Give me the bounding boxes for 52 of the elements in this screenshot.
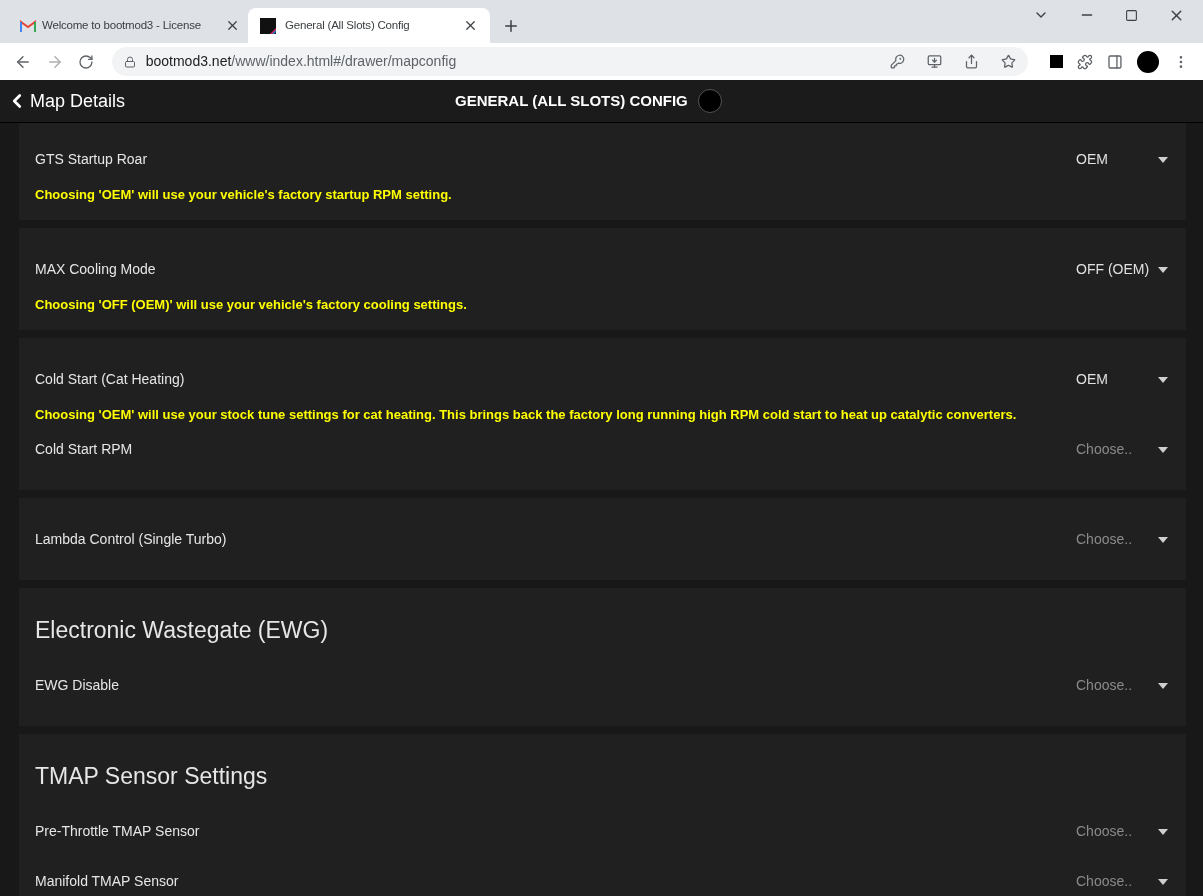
select-dropdown[interactable]: OEM [1064,362,1176,397]
lock-icon [123,55,136,68]
dropdown-caret-icon [1158,828,1168,835]
page-title: GENERAL (ALL SLOTS) CONFIG [455,90,688,111]
setting-label: Manifold TMAP Sensor [35,872,179,891]
hint-text: Choosing 'OEM' will use your stock tune settings for cat heating. This brings back the factory long running high RPM cold start to heat up catalytic converters. [35,405,1017,424]
dropdown-caret-icon [1158,266,1168,273]
extensions-icon[interactable] [1077,53,1094,70]
hint-text: Choosing 'OFF (OEM)' will use your vehicle's factory cooling settings. [35,295,467,314]
select-dropdown[interactable]: Choose.. [1064,432,1176,467]
key-icon[interactable] [890,54,906,69]
setting-label: EWG Disable [35,676,120,695]
dropdown-caret-icon [1158,536,1168,543]
side-panel-icon[interactable] [1107,53,1124,70]
reload-icon[interactable] [77,53,94,70]
select-dropdown[interactable]: OFF (OEM) [1064,252,1176,287]
install-icon[interactable] [927,54,943,69]
close-icon[interactable] [225,18,240,33]
address-bar[interactable]: bootmod3.net/www/index.html#/drawer/mapconfig [111,47,1029,76]
dropdown-caret-icon [1158,682,1168,689]
setting-label: MAX Cooling Mode [35,260,156,279]
setting-label: Pre-Throttle TMAP Sensor [35,822,200,841]
section-heading: Electronic Wastegate (EWG) [35,616,329,646]
select-dropdown[interactable]: Choose.. [1064,814,1176,849]
url-path: /www/index.html#/drawer/mapconfig [231,52,457,71]
hint-text: Choosing 'OEM' will use your vehicle's factory startup RPM setting. [35,185,452,204]
bookmark-star-icon[interactable] [1001,54,1017,69]
select-dropdown[interactable]: Choose.. [1064,668,1176,703]
back-link[interactable]: Map Details [0,87,126,115]
dropdown-caret-icon [1158,446,1168,453]
close-icon[interactable] [463,18,478,33]
dropdown-caret-icon [1158,376,1168,383]
share-icon[interactable] [964,54,980,69]
site-logo-icon [260,17,276,34]
select-dropdown[interactable]: Choose.. [1064,522,1176,557]
tab-title: General (All Slots) Config [285,17,411,33]
setting-label: Cold Start RPM [35,440,133,459]
mail-logo-icon [20,19,36,32]
setting-label: GTS Startup Roar [35,150,148,169]
profile-avatar[interactable] [1137,50,1160,73]
url-host: bootmod3.net [145,52,232,71]
dropdown-caret-icon [1158,156,1168,163]
tab-title: Welcome to bootmod3 - License [42,17,202,33]
setting-label: Lambda Control (Single Turbo) [35,530,227,549]
setting-label: Cold Start (Cat Heating) [35,370,185,389]
select-dropdown[interactable]: Choose.. [1064,864,1176,896]
maximize-icon[interactable] [1125,8,1138,22]
dropdown-caret-icon [1158,878,1168,885]
section-heading: TMAP Sensor Settings [35,762,268,792]
browser-tab[interactable]: Welcome to bootmod3 - License [8,8,248,43]
select-dropdown[interactable]: OEM [1064,142,1176,177]
browser-tab[interactable]: General (All Slots) Config [248,8,490,43]
